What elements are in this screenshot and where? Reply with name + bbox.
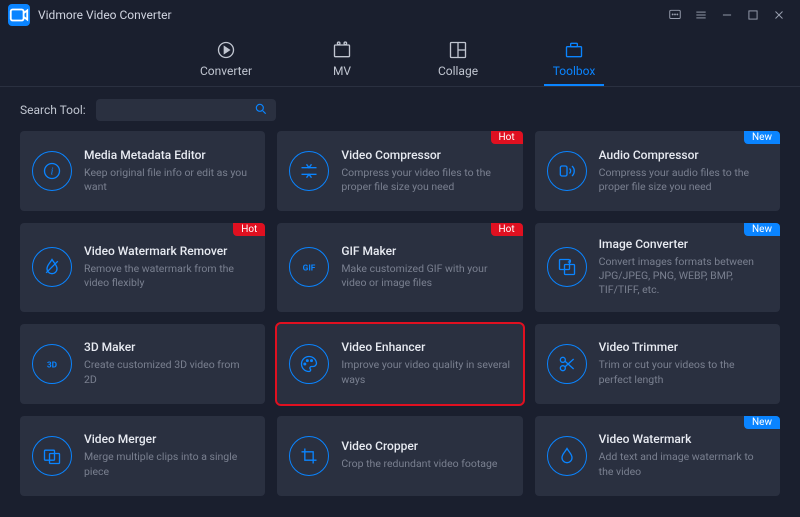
tool-card-video-watermark[interactable]: New Video Watermark Add text and image wat… [535,416,780,496]
card-title: Video Cropper [341,439,510,453]
card-desc: Compress your audio files to the proper … [599,166,768,194]
tab-collage[interactable]: Collage [428,40,488,86]
new-badge: New [744,131,780,144]
card-text: Media Metadata Editor Keep original file … [84,148,253,194]
hot-badge: Hot [491,223,523,236]
card-desc: Keep original file info or edit as you w… [84,166,253,194]
search-label: Search Tool: [20,103,86,117]
card-title: Video Enhancer [341,340,510,354]
card-text: Video Cropper Crop the redundant video fo… [341,439,510,471]
card-title: Video Trimmer [599,340,768,354]
card-desc: Make customized GIF with your video or i… [341,262,510,290]
tool-grid: Media Metadata Editor Keep original file … [0,131,800,510]
tool-card-image-converter[interactable]: NewImage Converter Convert images formats… [535,223,780,312]
new-badge: New [744,416,780,429]
tab-label: Converter [200,64,252,78]
3d-maker-icon [32,344,72,384]
tool-card-video-cropper[interactable]: Video Cropper Crop the redundant video fo… [277,416,522,496]
card-title: 3D Maker [84,340,253,354]
tool-card-video-merger[interactable]: Video Merger Merge multiple clips into a … [20,416,265,496]
card-title: Audio Compressor [599,148,768,162]
card-desc: Merge multiple clips into a single piece [84,450,253,478]
tool-card-video-watermark-remover[interactable]: Hot Video Watermark Remover Remove the wat… [20,223,265,312]
app-logo [8,4,30,26]
card-desc: Compress your video files to the proper … [341,166,510,194]
card-desc: Convert images formats between JPG/JPEG,… [599,255,768,298]
tab-label: Toolbox [553,64,596,78]
search-row: Search Tool: [0,87,800,131]
card-text: Video Enhancer Improve your video quality… [341,340,510,386]
tool-card-audio-compressor[interactable]: New Audio Compressor Compress your audio f… [535,131,780,211]
card-title: Video Merger [84,432,253,446]
tab-label: Collage [438,64,478,78]
tool-card-video-trimmer[interactable]: Video Trimmer Trim or cut your videos to … [535,324,780,404]
title-bar: Vidmore Video Converter [0,0,800,30]
video-compressor-icon [289,151,329,191]
image-converter-icon [547,247,587,287]
tool-card-video-compressor[interactable]: Hot Video Compressor Compress your video f… [277,131,522,211]
tab-label: MV [333,64,351,78]
tool-card-3d-maker[interactable]: 3D Maker Create customized 3D video from … [20,324,265,404]
search-input[interactable] [104,104,254,116]
card-desc: Crop the redundant video footage [341,457,510,471]
video-cropper-icon [289,436,329,476]
close-button[interactable] [766,2,792,28]
menu-button[interactable] [688,2,714,28]
card-text: Video Compressor Compress your video file… [341,148,510,194]
minimize-button[interactable] [714,2,740,28]
hot-badge: Hot [233,223,265,236]
search-icon [254,102,268,119]
video-trimmer-icon [547,344,587,384]
card-title: Media Metadata Editor [84,148,253,162]
card-text: 3D Maker Create customized 3D video from … [84,340,253,386]
tool-card-media-metadata-editor[interactable]: Media Metadata Editor Keep original file … [20,131,265,211]
card-text: GIF Maker Make customized GIF with your v… [341,244,510,290]
card-text: Video Watermark Add text and image waterm… [599,432,768,478]
card-desc: Trim or cut your videos to the perfect l… [599,358,768,386]
video-watermark-remover-icon [32,247,72,287]
new-badge: New [744,223,780,236]
gif-maker-icon [289,247,329,287]
maximize-button[interactable] [740,2,766,28]
card-title: Video Watermark Remover [84,244,253,258]
app-title: Vidmore Video Converter [38,8,172,22]
media-metadata-editor-icon [32,151,72,191]
tab-mv[interactable]: MV [312,40,372,86]
audio-compressor-icon [547,151,587,191]
card-text: Audio Compressor Compress your audio file… [599,148,768,194]
card-title: GIF Maker [341,244,510,258]
tool-card-video-enhancer[interactable]: Video Enhancer Improve your video quality… [277,324,522,404]
navbar: Converter MV Collage Toolbox [0,30,800,86]
card-text: Video Watermark Remover Remove the waterm… [84,244,253,290]
card-desc: Add text and image watermark to the vide… [599,450,768,478]
tab-toolbox[interactable]: Toolbox [544,40,604,86]
card-desc: Improve your video quality in several wa… [341,358,510,386]
card-desc: Remove the watermark from the video flex… [84,262,253,290]
tool-card-gif-maker[interactable]: Hot GIF Maker Make customized GIF with you… [277,223,522,312]
card-title: Video Watermark [599,432,768,446]
tab-converter[interactable]: Converter [196,40,256,86]
card-desc: Create customized 3D video from 2D [84,358,253,386]
card-text: Image Converter Convert images formats be… [599,237,768,298]
card-title: Video Compressor [341,148,510,162]
search-box[interactable] [96,99,276,121]
video-watermark-icon [547,436,587,476]
feedback-button[interactable] [662,2,688,28]
hot-badge: Hot [491,131,523,144]
video-enhancer-icon [289,344,329,384]
card-title: Image Converter [599,237,768,251]
video-merger-icon [32,436,72,476]
card-text: Video Trimmer Trim or cut your videos to … [599,340,768,386]
card-text: Video Merger Merge multiple clips into a … [84,432,253,478]
